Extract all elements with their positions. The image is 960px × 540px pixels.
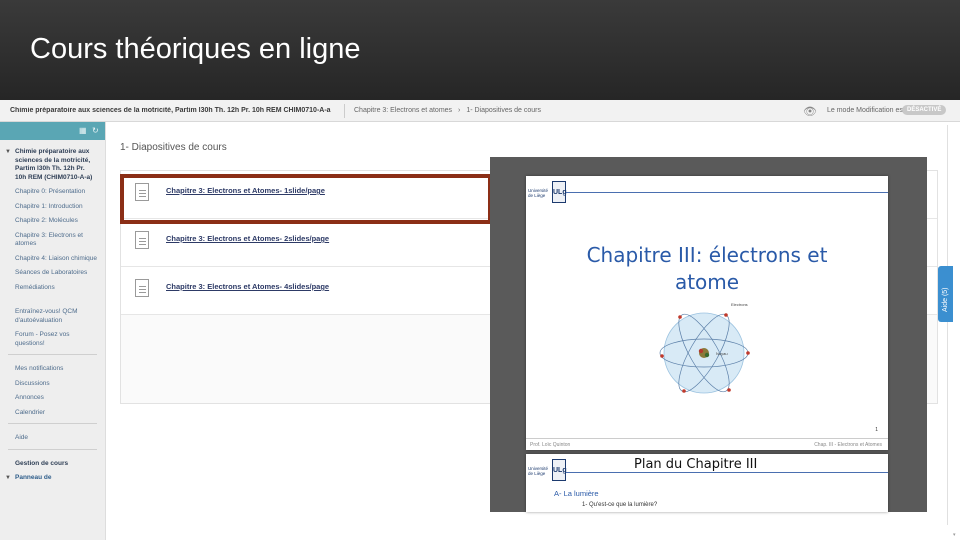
slide-title: Cours théoriques en ligne [30, 33, 361, 65]
university-logo: Université de Liège ULg [528, 178, 567, 206]
caret-down-icon[interactable]: ▼ [5, 474, 11, 483]
sidebar-divider [8, 423, 97, 424]
sidebar-panel-link[interactable]: ▼ Panneau de [0, 474, 105, 483]
breadcrumb: Chapitre 3: Electrons et atomes › 1- Dia… [354, 107, 545, 114]
sidebar-header: ▦ ↻ [0, 122, 105, 140]
help-tab[interactable]: Aide (5) [938, 266, 953, 322]
sidebar-divider [8, 354, 97, 355]
sidebar-item-laboratoires[interactable]: Séances de Laboratoires [0, 269, 105, 278]
sidebar-divider [8, 448, 97, 450]
pdf-page2-subsection: 1- Qu'est-ce que la lumière? [582, 502, 658, 508]
breadcrumb-separator: › [458, 107, 461, 114]
sidebar-item-remediations[interactable]: Remédiations [0, 284, 105, 293]
document-icon [135, 231, 149, 249]
sidebar-item-notifications[interactable]: Mes notifications [0, 365, 105, 374]
sidebar-section-gestion: Gestion de cours [15, 459, 69, 467]
eye-icon[interactable]: 👁 [803, 105, 817, 118]
sidebar-item-calendrier[interactable]: Calendrier [0, 409, 105, 418]
atom-illustration [659, 312, 750, 394]
footer-author: Prof. Loïc Quinton [530, 442, 571, 448]
course-title-link[interactable]: Chimie préparatoire aux sciences de la m… [10, 107, 340, 114]
scroll-track[interactable] [947, 125, 948, 525]
sidebar-item-introduction[interactable]: Chapitre 1: Introduction [0, 203, 105, 212]
breadcrumb-current[interactable]: 1- Diapositives de cours [466, 107, 541, 114]
slide-number: 1 [875, 427, 878, 433]
top-bar: Chimie préparatoire aux sciences de la m… [0, 100, 960, 122]
header-rule [566, 192, 888, 193]
edit-mode-label: Le mode Modification est [827, 107, 905, 114]
highlight-box [120, 174, 492, 224]
sidebar-item-discussions[interactable]: Discussions [0, 380, 105, 389]
document-icon [135, 279, 149, 297]
logo-mark: ULg [552, 459, 567, 481]
sidebar-item-liaison[interactable]: Chapitre 4: Liaison chimique [0, 255, 105, 264]
logo-text: Université de Liège [528, 466, 549, 476]
breadcrumb-chapter[interactable]: Chapitre 3: Electrons et atomes [354, 107, 452, 114]
sidebar-item-aide[interactable]: Aide [0, 434, 105, 443]
refresh-icon[interactable]: ↻ [92, 126, 99, 135]
footer-chapter: Chap. III - Electrons et Atomes [814, 442, 882, 448]
caret-down-icon[interactable]: ▼ [5, 148, 11, 157]
header-rule [566, 472, 888, 473]
sidebar-course-label: Chimie préparatoire aux sciences de la m… [15, 148, 93, 181]
divider [344, 104, 345, 118]
sidebar-item-annonces[interactable]: Annonces [0, 394, 105, 403]
grid-icon[interactable]: ▦ [79, 126, 87, 135]
sidebar-course-link[interactable]: ▼ Chimie préparatoire aux sciences de la… [0, 148, 105, 182]
edit-mode-toggle[interactable]: DÉSACTIVÉ [902, 105, 947, 115]
slide-header: Cours théoriques en ligne [0, 0, 960, 100]
sidebar-item-presentation[interactable]: Chapitre 0: Présentation [0, 188, 105, 197]
university-logo: Université de Liège ULg [528, 456, 567, 484]
pdf-preview[interactable]: Université de Liège ULg Chapitre III: él… [490, 157, 927, 512]
corner-mark: ▾ [953, 532, 956, 538]
course-sidebar: ▦ ↻ ▼ Chimie préparatoire aux sciences d… [0, 122, 106, 540]
pdf-slide-title: Chapitre III: électrons et atome [526, 242, 888, 296]
sidebar-menu: ▼ Chimie préparatoire aux sciences de la… [0, 140, 105, 483]
pdf-page2-title: Plan du Chapitre III [634, 457, 758, 472]
pdf-page-2: Université de Liège ULg Plan du Chapitre… [526, 454, 888, 512]
sidebar-item-electrons[interactable]: Chapitre 3: Electrons et atomes [0, 232, 105, 249]
sidebar-item-qcm[interactable]: Entraînez-vous! QCM d'autoévaluation [0, 308, 105, 325]
pdf-page2-section: A- La lumière [554, 489, 599, 498]
pdf-page-1: Université de Liège ULg Chapitre III: él… [526, 176, 888, 450]
pdf-slide-title-line1: Chapitre III: électrons et [586, 243, 828, 267]
label-noyau: Noyau [716, 351, 728, 356]
file-link-2slides[interactable]: Chapitre 3: Electrons et Atomes- 2slides… [166, 234, 329, 243]
sidebar-item-molecules[interactable]: Chapitre 2: Molécules [0, 217, 105, 226]
pdf-footer: Prof. Loïc Quinton Chap. III - Electrons… [526, 438, 888, 450]
page-title: 1- Diapositives de cours [120, 142, 227, 153]
logo-mark: ULg [552, 181, 567, 203]
label-electrons: Electrons [731, 302, 748, 307]
pdf-slide-title-line2: atome [674, 270, 740, 294]
logo-text: Université de Liège [528, 188, 549, 198]
file-link-4slides[interactable]: Chapitre 3: Electrons et Atomes- 4slides… [166, 282, 329, 291]
sidebar-item-forum[interactable]: Forum - Posez vos questions! [0, 331, 105, 348]
sidebar-panel-label: Panneau de [15, 474, 52, 481]
help-tab-label: Aide (5) [942, 287, 949, 312]
